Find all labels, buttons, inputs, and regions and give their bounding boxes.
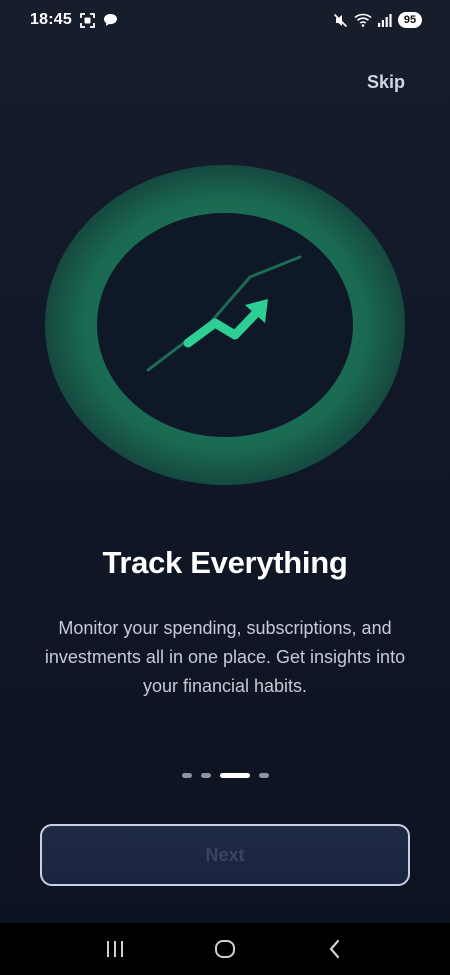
signal-icon [378, 13, 392, 27]
home-icon[interactable] [205, 929, 245, 969]
onboarding-description: Monitor your spending, subscriptions, an… [44, 618, 406, 696]
status-right: 95 [333, 12, 422, 28]
chat-icon [103, 13, 118, 27]
page-dot[interactable] [181, 773, 192, 778]
onboarding-screen: 18:45 95 Skip Track Everything Monitor y… [0, 0, 450, 975]
pagination-dots [0, 773, 450, 778]
trending-up-icon [146, 255, 302, 372]
system-nav-bar [0, 923, 450, 975]
page-dot-active[interactable] [219, 773, 250, 778]
status-time: 18:45 [30, 11, 72, 28]
battery-indicator: 95 [398, 12, 422, 28]
status-left: 18:45 [30, 11, 118, 29]
recents-icon[interactable] [95, 929, 135, 969]
status-bar: 18:45 95 [0, 0, 450, 40]
screenshot-icon [80, 12, 95, 28]
back-icon[interactable] [315, 929, 355, 969]
wifi-icon [354, 13, 372, 27]
onboarding-title: Track Everything [102, 545, 348, 580]
mute-icon [333, 13, 348, 28]
page-dot[interactable] [200, 773, 211, 778]
hero-illustration [45, 165, 405, 485]
skip-button[interactable]: Skip [367, 72, 405, 93]
page-dot[interactable] [258, 773, 269, 778]
next-button[interactable]: Next [40, 824, 410, 886]
